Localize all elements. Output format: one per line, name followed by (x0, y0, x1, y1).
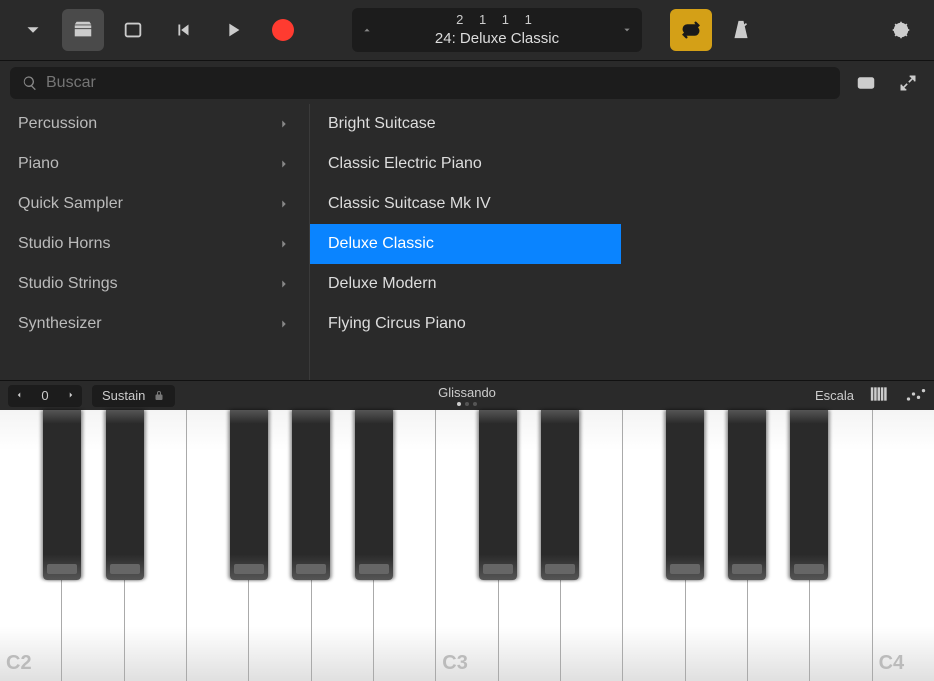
view-button[interactable] (112, 9, 154, 51)
scale-button[interactable]: Escala (815, 388, 854, 403)
chevron-right-icon (277, 317, 291, 331)
lock-icon (153, 390, 165, 402)
chevron-right-icon (277, 277, 291, 291)
current-preset-name: 24: Deluxe Classic (382, 29, 612, 49)
category-item[interactable]: Synthesizer (0, 304, 309, 344)
category-item[interactable]: Percussion (0, 104, 309, 144)
cycle-button[interactable] (670, 9, 712, 51)
library-button[interactable] (62, 9, 104, 51)
category-label: Piano (18, 155, 59, 173)
search-icon (22, 75, 38, 91)
next-preset-button[interactable] (612, 22, 642, 38)
prev-preset-button[interactable] (352, 22, 382, 38)
category-item[interactable]: Studio Horns (0, 224, 309, 264)
category-item[interactable]: Piano (0, 144, 309, 184)
octave-up-button[interactable] (60, 388, 82, 403)
preset-item[interactable]: Deluxe Classic (310, 224, 621, 264)
search-input[interactable] (46, 74, 828, 92)
lcd-center[interactable]: 2 1 1 1 24: Deluxe Classic (382, 12, 612, 48)
preset-item[interactable]: Classic Electric Piano (310, 144, 621, 184)
preset-item[interactable]: Deluxe Modern (310, 264, 621, 304)
lcd-display: 2 1 1 1 24: Deluxe Classic (352, 8, 642, 52)
black-key[interactable] (728, 410, 766, 580)
sound-browser: Percussion Piano Quick Sampler Studio Horns… (0, 104, 934, 380)
metronome-button[interactable] (720, 9, 762, 51)
preset-column: Bright SuitcaseClassic Electric PianoCla… (310, 104, 621, 380)
octave-label: C3 (442, 652, 468, 675)
chevron-right-icon (277, 197, 291, 211)
sustain-toggle[interactable]: Sustain (92, 385, 175, 407)
white-key[interactable]: C4 (873, 410, 934, 681)
chevron-right-icon (277, 117, 291, 131)
category-label: Studio Strings (18, 275, 118, 293)
octave-value: 0 (30, 388, 60, 403)
category-item[interactable]: Quick Sampler (0, 184, 309, 224)
octave-down-button[interactable] (8, 388, 30, 403)
black-key[interactable] (106, 410, 144, 580)
black-key[interactable] (479, 410, 517, 580)
black-key[interactable] (790, 410, 828, 580)
category-label: Quick Sampler (18, 195, 123, 213)
arpeggiator-button[interactable] (906, 385, 926, 406)
category-label: Studio Horns (18, 235, 111, 253)
preset-item[interactable]: Bright Suitcase (310, 104, 621, 144)
playhead-position: 2 1 1 1 (382, 12, 612, 29)
play-button[interactable] (212, 9, 254, 51)
chevron-right-icon (277, 237, 291, 251)
keyboard-controls-bar: 0 Sustain Glissando Escala (0, 380, 934, 410)
sustain-label: Sustain (102, 388, 145, 403)
fullscreen-button[interactable] (892, 67, 924, 99)
menu-dropdown-button[interactable] (12, 9, 54, 51)
octave-label: C4 (879, 652, 905, 675)
black-key[interactable] (230, 410, 268, 580)
black-key[interactable] (666, 410, 704, 580)
category-item[interactable]: Studio Strings (0, 264, 309, 304)
rewind-button[interactable] (162, 9, 204, 51)
black-key[interactable] (541, 410, 579, 580)
search-row (0, 60, 934, 104)
keyboard-layout-button[interactable] (870, 385, 890, 406)
black-key[interactable] (292, 410, 330, 580)
settings-button[interactable] (880, 9, 922, 51)
octave-nav: 0 (8, 385, 82, 407)
chevron-right-icon (277, 157, 291, 171)
search-box[interactable] (10, 67, 840, 99)
preset-item[interactable]: Classic Suitcase Mk IV (310, 184, 621, 224)
preset-item[interactable]: Flying Circus Piano (310, 304, 621, 344)
browser-empty-column (621, 104, 934, 380)
piano-keyboard[interactable]: C2 C3 C4 (0, 410, 934, 681)
top-toolbar: 2 1 1 1 24: Deluxe Classic (0, 0, 934, 60)
octave-label: C2 (6, 652, 32, 675)
category-column: Percussion Piano Quick Sampler Studio Horns… (0, 104, 310, 380)
category-label: Percussion (18, 115, 97, 133)
record-icon (272, 19, 294, 41)
black-key[interactable] (355, 410, 393, 580)
keyboard-view-button[interactable] (850, 67, 882, 99)
record-button[interactable] (262, 9, 304, 51)
category-label: Synthesizer (18, 315, 102, 333)
black-key[interactable] (43, 410, 81, 580)
